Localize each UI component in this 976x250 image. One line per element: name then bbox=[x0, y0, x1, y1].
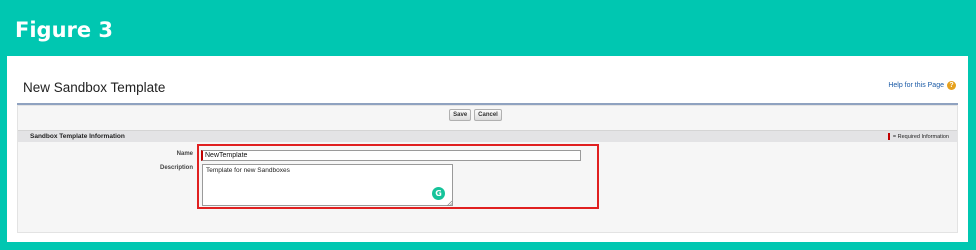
required-legend-text: = Required Information bbox=[892, 133, 949, 140]
figure-frame: Figure 3 New Sandbox Template Help for t… bbox=[0, 0, 976, 250]
help-link-label: Help for this Page bbox=[888, 82, 944, 89]
help-link[interactable]: Help for this Page ? bbox=[888, 81, 956, 90]
resize-handle-icon[interactable] bbox=[446, 200, 452, 206]
section-header: Sandbox Template Information = Required … bbox=[18, 130, 957, 142]
save-button[interactable]: Save bbox=[449, 109, 472, 121]
name-input[interactable] bbox=[201, 150, 581, 161]
figure-label: Figure 3 bbox=[15, 18, 114, 42]
button-row: Save Cancel bbox=[18, 109, 957, 121]
required-legend: = Required Information bbox=[887, 133, 949, 140]
section-title: Sandbox Template Information bbox=[30, 133, 125, 140]
help-icon[interactable]: ? bbox=[947, 81, 956, 90]
description-textarea[interactable]: Template for new Sandboxes bbox=[202, 164, 453, 206]
page-title: New Sandbox Template bbox=[23, 80, 166, 95]
edit-panel: Save Cancel Sandbox Template Information… bbox=[17, 105, 958, 233]
description-label: Description bbox=[159, 165, 193, 171]
screenshot-area: New Sandbox Template Help for this Page … bbox=[7, 56, 968, 242]
grammarly-icon[interactable]: G bbox=[432, 187, 445, 200]
cancel-button[interactable]: Cancel bbox=[474, 109, 502, 121]
required-marker-icon bbox=[887, 133, 890, 140]
name-label: Name bbox=[176, 151, 193, 157]
